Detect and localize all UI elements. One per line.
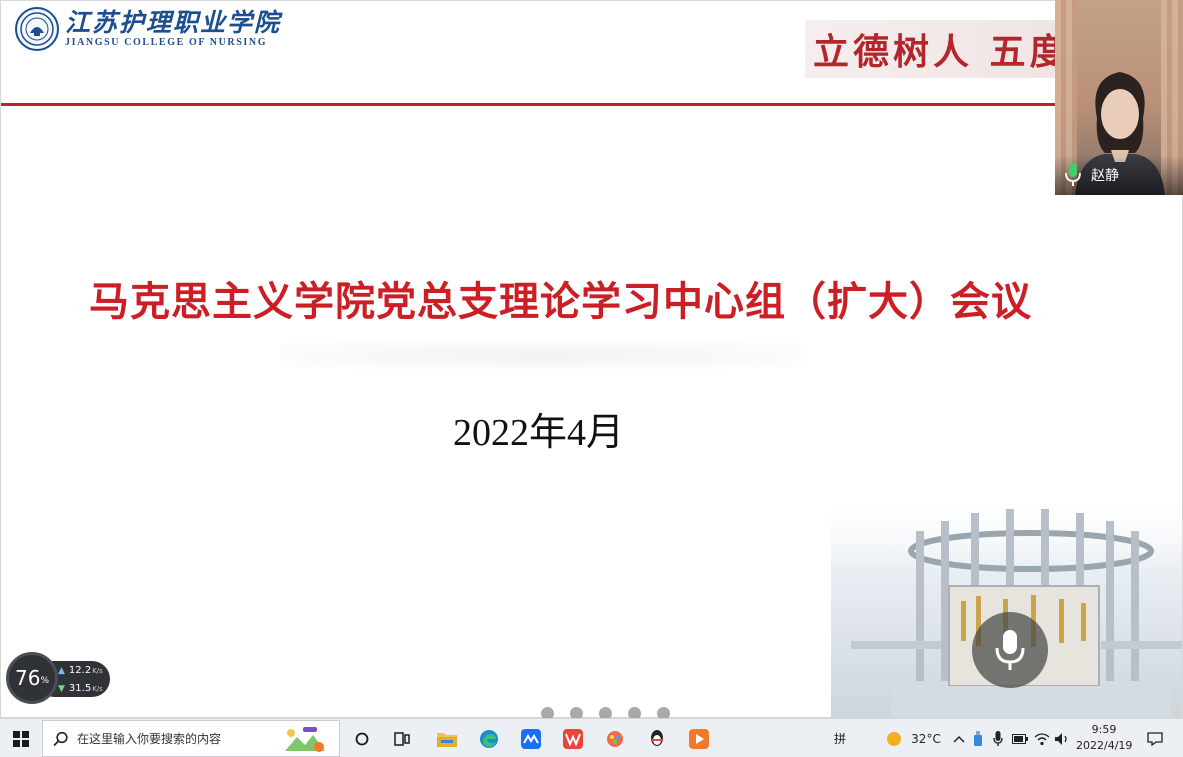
- download-arrow-icon: ▼: [58, 683, 65, 694]
- clock-date: 2022/4/19: [1076, 739, 1133, 752]
- title-reflection: [281, 341, 801, 369]
- download-speed: ▼ 31.5 K/s: [58, 683, 103, 694]
- weather-temperature[interactable]: 32°C: [906, 719, 946, 757]
- task-view-button[interactable]: [388, 719, 416, 757]
- taskbar-app-qq[interactable]: [642, 719, 672, 757]
- wps-office-icon: [563, 728, 583, 749]
- task-view-icon: [394, 731, 410, 746]
- header-divider: [1, 103, 1182, 106]
- edge-browser-icon: [480, 729, 498, 748]
- tray-battery[interactable]: [1010, 719, 1030, 757]
- cortana-icon: [355, 732, 369, 745]
- slide-title: 马克思主义学院党总支理论学习中心组（扩大）会议: [89, 279, 1032, 325]
- speaker-volume-icon: [1055, 732, 1067, 745]
- microphone-icon: [995, 630, 1025, 670]
- taskbar-wps[interactable]: [558, 719, 588, 757]
- taskbar-meeting[interactable]: [516, 719, 546, 757]
- clock-time: 9:59: [1091, 723, 1117, 736]
- taskbar-app-video[interactable]: [684, 719, 714, 757]
- upload-speed: ▲ 12.2 K/s: [58, 665, 103, 676]
- notification-icon: [1147, 731, 1163, 746]
- paint-app-icon: [607, 730, 623, 747]
- windows-logo-icon: [13, 730, 29, 747]
- usb-drive-icon: [974, 730, 982, 746]
- college-logo: 江苏护理职业学院 JIANGSU COLLEGE OF NURSING: [15, 7, 281, 51]
- presentation-slide: 江苏护理职业学院 JIANGSU COLLEGE OF NURSING 立德树人…: [0, 0, 1183, 718]
- action-center-button[interactable]: [1140, 719, 1170, 757]
- taskbar-clock[interactable]: 9:59 2022/4/19: [1076, 722, 1132, 754]
- weather-search-highlight-icon: [285, 727, 325, 752]
- start-button[interactable]: [0, 719, 42, 757]
- upload-arrow-icon: ▲: [58, 665, 65, 676]
- cortana-button[interactable]: [348, 719, 376, 757]
- taskbar-search[interactable]: [42, 720, 340, 757]
- taskbar-file-explorer[interactable]: [432, 719, 462, 757]
- tray-usb-device[interactable]: [970, 719, 986, 757]
- college-name-cn: 江苏护理职业学院: [65, 8, 282, 37]
- motto-banner: 立德树人 五度: [805, 20, 1065, 78]
- wifi-icon: [1034, 732, 1050, 745]
- college-seal-icon: [15, 7, 59, 51]
- cpu-unit: %: [40, 676, 49, 686]
- tencent-meeting-icon: [521, 728, 541, 749]
- performance-widget[interactable]: 76 % ▲ 12.2 K/s ▼ 31.5 K/s: [6, 652, 110, 706]
- mute-toggle-button[interactable]: [972, 612, 1048, 688]
- chevron-up-icon: [953, 735, 965, 743]
- taskbar-app-paint[interactable]: [600, 719, 630, 757]
- speaker-name: 赵静: [1091, 168, 1119, 184]
- file-explorer-icon: [437, 732, 457, 747]
- ime-indicator[interactable]: 拼: [826, 719, 854, 757]
- cpu-gauge: 76 %: [6, 652, 58, 704]
- slide-date: 2022年4月: [453, 412, 625, 454]
- participant-video[interactable]: 赵静: [1055, 0, 1183, 195]
- microphone-tray-icon: [993, 730, 1003, 746]
- motto-text: 立德树人 五度: [813, 31, 1065, 73]
- microphone-active-icon: [1065, 163, 1081, 186]
- college-name-en: JIANGSU COLLEGE OF NURSING: [65, 37, 268, 48]
- taskbar-edge[interactable]: [474, 719, 504, 757]
- search-icon: [53, 731, 68, 746]
- tray-volume[interactable]: [1052, 719, 1072, 757]
- tray-overflow-button[interactable]: [950, 719, 968, 757]
- tray-network[interactable]: [1032, 719, 1052, 757]
- search-input[interactable]: [77, 731, 277, 746]
- cpu-value: 76: [14, 666, 41, 690]
- qq-icon: [651, 729, 663, 746]
- speaker-label: 赵静: [1055, 155, 1183, 195]
- weather-icon[interactable]: [884, 719, 904, 757]
- battery-icon: [1012, 733, 1028, 744]
- video-player-icon: [689, 728, 709, 749]
- windows-taskbar: 拼 32°C: [0, 718, 1183, 757]
- tray-microphone[interactable]: [990, 719, 1006, 757]
